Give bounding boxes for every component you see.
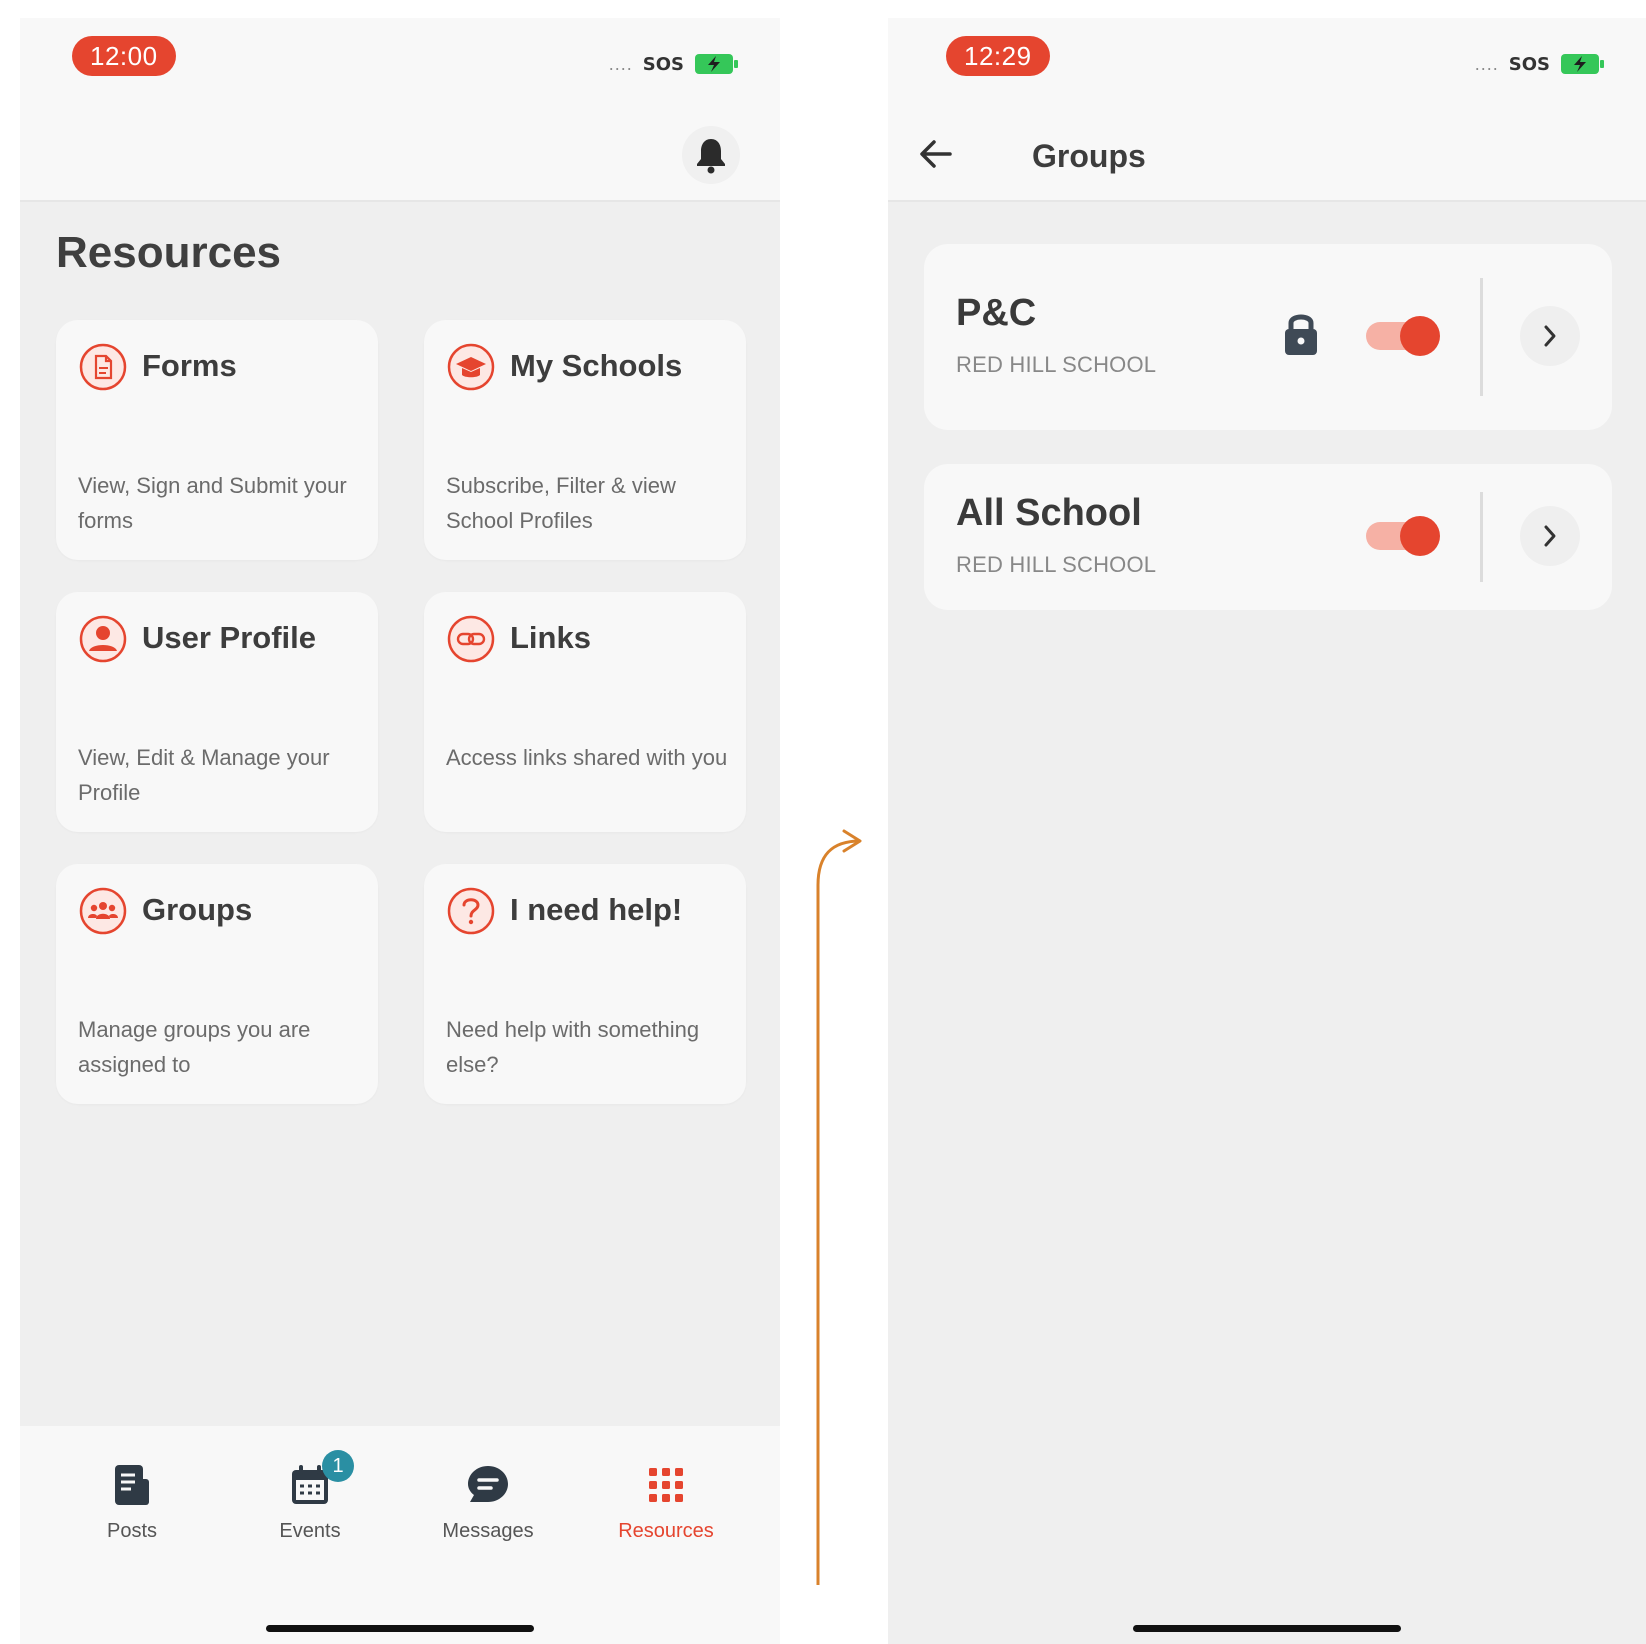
grid-icon <box>586 1460 746 1510</box>
group-school: RED HILL SCHOOL <box>956 352 1157 377</box>
nav-messages[interactable]: Messages <box>408 1460 568 1543</box>
status-indicators: .... SOS <box>1475 52 1606 76</box>
back-button[interactable] <box>916 134 956 174</box>
signal-dots: .... <box>1474 53 1499 74</box>
sos-label: SOS <box>1508 53 1550 75</box>
resources-screen: 12:00 .... SOS Resources Forms View, Sig… <box>20 18 780 1644</box>
top-bar <box>20 108 780 202</box>
home-indicator <box>1133 1625 1401 1632</box>
forms-card[interactable]: Forms View, Sign and Submit your forms <box>56 320 378 560</box>
bell-icon <box>697 139 725 174</box>
chevron-right-icon <box>1544 325 1556 347</box>
card-title: Forms <box>142 348 237 383</box>
nav-events[interactable]: 1 Events <box>230 1450 390 1543</box>
page-title: Groups <box>1032 138 1146 174</box>
form-document-icon <box>78 342 128 392</box>
nav-posts[interactable]: Posts <box>52 1460 212 1543</box>
graduation-cap-icon <box>446 342 496 392</box>
status-indicators: .... SOS <box>609 52 740 76</box>
divider <box>1480 492 1483 582</box>
flow-arrow <box>816 829 862 1585</box>
card-description: View, Sign and Submit your forms <box>78 473 347 533</box>
nav-label: Posts <box>106 1520 158 1542</box>
status-bar: 12:00 .... SOS <box>20 18 780 108</box>
card-title: Groups <box>142 892 253 927</box>
home-indicator <box>266 1625 534 1632</box>
battery-charging-icon <box>1561 54 1604 74</box>
help-card[interactable]: I need help! Need help with something el… <box>424 864 746 1104</box>
nav-resources[interactable]: Resources <box>586 1460 746 1543</box>
group-name: All School <box>956 492 1142 534</box>
status-time: 12:00 <box>72 36 176 76</box>
status-time: 12:29 <box>946 36 1050 76</box>
open-group-button[interactable] <box>1520 506 1580 566</box>
card-title: User Profile <box>142 620 317 655</box>
battery-charging-icon <box>695 54 738 74</box>
chat-bubble-icon <box>408 1460 568 1510</box>
bottom-navigation: Posts 1 Events Messages Resources <box>20 1426 780 1644</box>
nav-label: Events <box>279 1520 341 1542</box>
resource-cards: Forms View, Sign and Submit your forms M… <box>56 320 748 1104</box>
question-mark-icon <box>446 886 496 936</box>
posts-icon <box>52 1460 212 1510</box>
toggle-knob <box>1400 316 1440 356</box>
user-icon <box>78 614 128 664</box>
chevron-right-icon <box>1544 525 1556 547</box>
card-description: Need help with something else? <box>446 1017 700 1077</box>
nav-label: Messages <box>442 1520 534 1542</box>
calendar-icon: 1 <box>230 1450 390 1510</box>
group-row[interactable]: P&C RED HILL SCHOOL <box>924 244 1612 430</box>
divider <box>1480 278 1483 396</box>
page-title: Resources <box>56 228 282 277</box>
events-badge: 1 <box>322 1450 354 1482</box>
notifications-button[interactable] <box>682 126 740 184</box>
group-school: RED HILL SCHOOL <box>956 552 1157 577</box>
arrow-left-icon <box>920 140 952 168</box>
card-title: I need help! <box>510 892 683 927</box>
group-name: P&C <box>956 292 1037 334</box>
card-title: Links <box>510 620 591 655</box>
card-description: Manage groups you are assigned to <box>78 1017 311 1077</box>
card-description: Access links shared with you <box>446 745 728 770</box>
group-toggle[interactable] <box>1366 516 1440 556</box>
people-group-icon <box>78 886 128 936</box>
group-row[interactable]: All School RED HILL SCHOOL <box>924 464 1612 610</box>
groups-card[interactable]: Groups Manage groups you are assigned to <box>56 864 378 1104</box>
link-icon <box>446 614 496 664</box>
group-toggle[interactable] <box>1366 316 1440 356</box>
toggle-knob <box>1400 516 1440 556</box>
open-group-button[interactable] <box>1520 306 1580 366</box>
groups-screen: 12:29 .... SOS Groups P&C RED HILL SCHOO… <box>888 18 1646 1644</box>
links-card[interactable]: Links Access links shared with you <box>424 592 746 832</box>
card-description: Subscribe, Filter & view School Profiles <box>446 473 676 533</box>
signal-dots: .... <box>608 53 633 74</box>
sos-label: SOS <box>642 53 684 75</box>
my-schools-card[interactable]: My Schools Subscribe, Filter & view Scho… <box>424 320 746 560</box>
card-description: View, Edit & Manage your Profile <box>78 745 330 805</box>
top-bar: Groups <box>888 108 1646 202</box>
card-title: My Schools <box>510 348 683 383</box>
user-profile-card[interactable]: User Profile View, Edit & Manage your Pr… <box>56 592 378 832</box>
lock-icon <box>1285 314 1317 355</box>
nav-label: Resources <box>618 1520 714 1542</box>
status-bar: 12:29 .... SOS <box>888 18 1646 108</box>
